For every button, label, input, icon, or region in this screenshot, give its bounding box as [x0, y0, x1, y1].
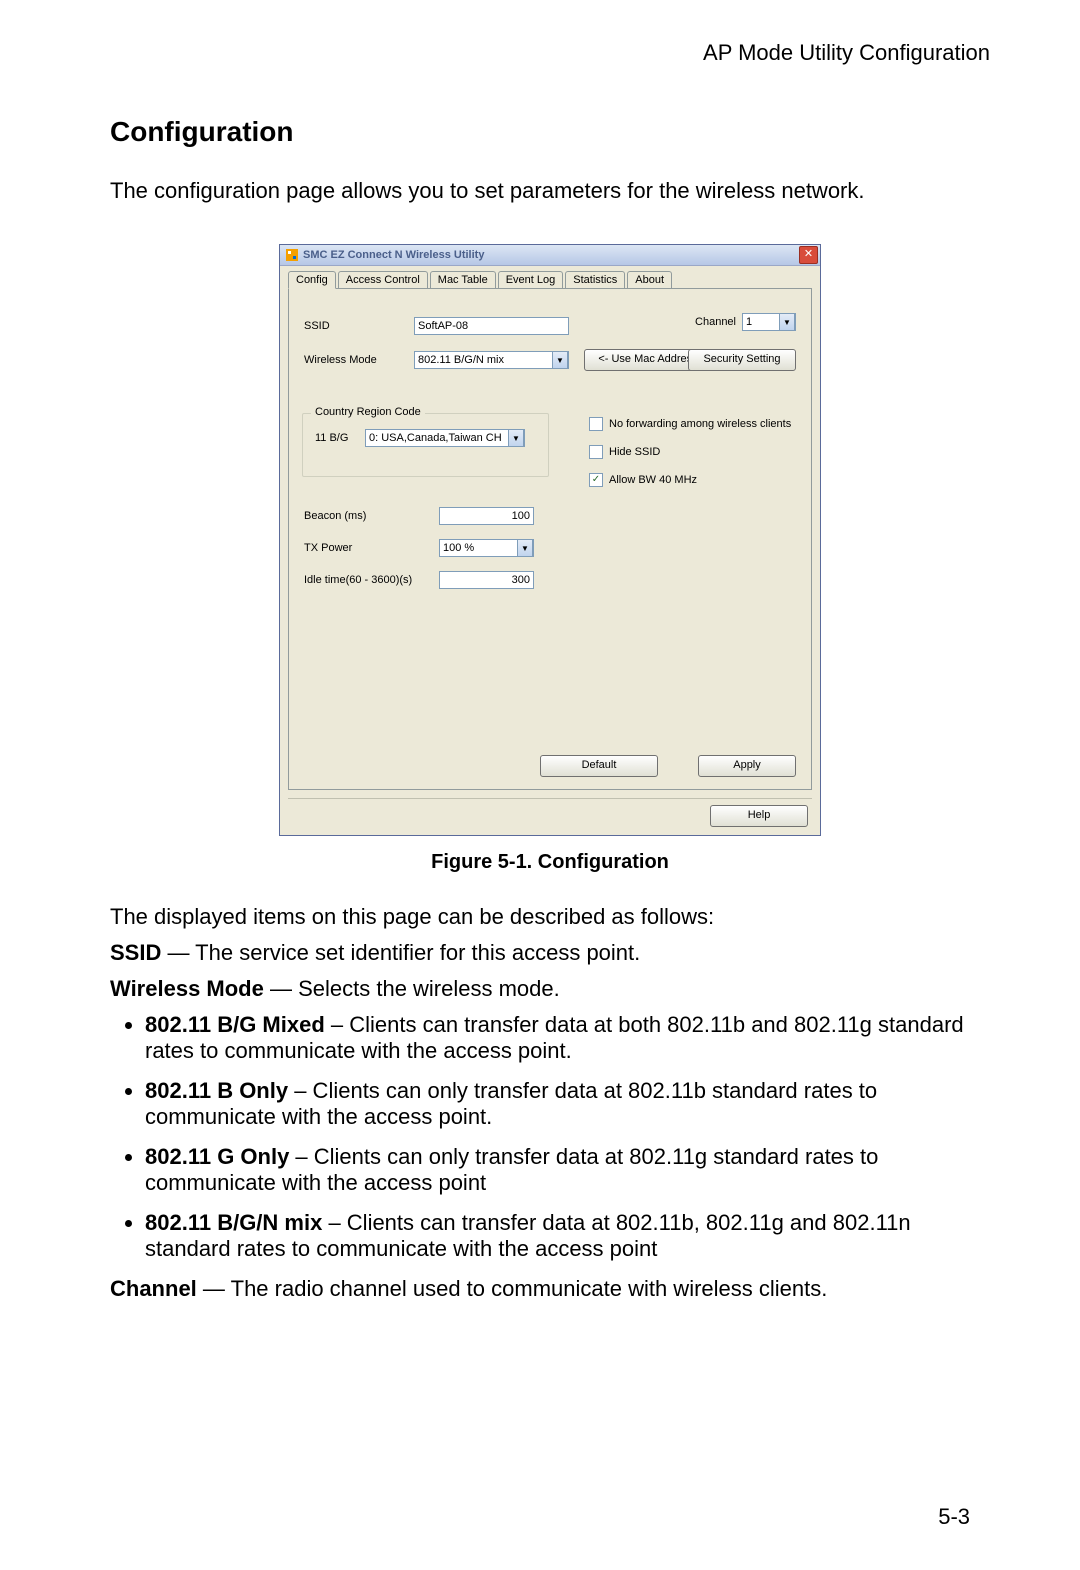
default-button[interactable]: Default — [540, 755, 658, 777]
checkbox-label: No forwarding among wireless clients — [609, 418, 791, 430]
config-dialog: SMC EZ Connect N Wireless Utility ✕ Conf… — [279, 244, 821, 836]
channel-label: Channel — [695, 316, 736, 328]
term: SSID — [110, 940, 161, 965]
section-title: Configuration — [110, 116, 990, 148]
help-button[interactable]: Help — [710, 805, 808, 827]
checkbox-icon — [589, 445, 603, 459]
page-number: 5-3 — [938, 1504, 970, 1530]
channel-select[interactable]: 1 ▼ — [742, 313, 796, 331]
list-item: 802.11 B/G/N mix – Clients can transfer … — [145, 1210, 990, 1262]
term-desc: — Selects the wireless mode. — [264, 976, 560, 1001]
txpower-value: 100 % — [443, 542, 474, 554]
tab-mac-table[interactable]: Mac Table — [430, 271, 496, 289]
region-label: 11 B/G — [315, 432, 365, 444]
term: Wireless Mode — [110, 976, 264, 1001]
checkbox-hide-ssid[interactable]: Hide SSID — [589, 445, 660, 459]
tab-statistics[interactable]: Statistics — [565, 271, 625, 289]
description-intro: The displayed items on this page can be … — [110, 904, 990, 930]
ssid-definition: SSID — The service set identifier for th… — [110, 940, 990, 966]
wireless-mode-definition: Wireless Mode — Selects the wireless mod… — [110, 976, 990, 1002]
term: Channel — [110, 1276, 197, 1301]
chevron-down-icon: ▼ — [779, 313, 795, 331]
intro-text: The configuration page allows you to set… — [110, 178, 990, 204]
tab-event-log[interactable]: Event Log — [498, 271, 564, 289]
list-item: 802.11 G Only – Clients can only transfe… — [145, 1144, 990, 1196]
dialog-title: SMC EZ Connect N Wireless Utility — [303, 249, 799, 261]
region-value: 0: USA,Canada,Taiwan CH — [369, 432, 502, 444]
figure-caption: Figure 5-1. Configuration — [110, 851, 990, 874]
list-item: 802.11 B/G Mixed – Clients can transfer … — [145, 1012, 990, 1064]
ssid-label: SSID — [304, 320, 414, 332]
beacon-input[interactable]: 100 — [439, 507, 534, 525]
chevron-down-icon: ▼ — [508, 429, 524, 447]
chevron-down-icon: ▼ — [517, 539, 533, 557]
wireless-mode-label: Wireless Mode — [304, 354, 414, 366]
channel-value: 1 — [746, 316, 752, 328]
txpower-label: TX Power — [304, 542, 439, 554]
tab-strip: Config Access Control Mac Table Event Lo… — [280, 266, 820, 288]
list-item: 802.11 B Only – Clients can only transfe… — [145, 1078, 990, 1130]
country-region-legend: Country Region Code — [311, 406, 425, 418]
beacon-label: Beacon (ms) — [304, 510, 439, 522]
term: 802.11 B Only — [145, 1078, 288, 1103]
checkbox-icon: ✓ — [589, 473, 603, 487]
security-setting-button[interactable]: Security Setting — [688, 349, 796, 371]
ssid-input[interactable]: SoftAP-08 — [414, 317, 569, 335]
title-bar: SMC EZ Connect N Wireless Utility ✕ — [280, 245, 820, 266]
wireless-mode-value: 802.11 B/G/N mix — [418, 354, 504, 366]
country-region-groupbox: Country Region Code 11 B/G 0: USA,Canada… — [302, 413, 549, 477]
txpower-select[interactable]: 100 % ▼ — [439, 539, 534, 557]
checkbox-icon — [589, 417, 603, 431]
tab-access-control[interactable]: Access Control — [338, 271, 428, 289]
dialog-footer: Help — [288, 798, 812, 829]
term: 802.11 G Only — [145, 1144, 289, 1169]
wireless-mode-list: 802.11 B/G Mixed – Clients can transfer … — [110, 1012, 990, 1262]
channel-definition: Channel — The radio channel used to comm… — [110, 1276, 990, 1302]
term: 802.11 B/G Mixed — [145, 1012, 325, 1037]
idle-time-input[interactable]: 300 — [439, 571, 534, 589]
term-desc: — The radio channel used to communicate … — [197, 1276, 828, 1301]
tab-about[interactable]: About — [627, 271, 672, 289]
tab-config[interactable]: Config — [288, 271, 336, 289]
apply-button[interactable]: Apply — [698, 755, 796, 777]
checkbox-label: Hide SSID — [609, 446, 660, 458]
term-desc: — The service set identifier for this ac… — [161, 940, 640, 965]
term: 802.11 B/G/N mix — [145, 1210, 322, 1235]
tab-body: SSID SoftAP-08 Channel 1 ▼ Wireless Mode… — [288, 288, 812, 790]
chevron-down-icon: ▼ — [552, 351, 568, 369]
checkbox-allow-bw40[interactable]: ✓ Allow BW 40 MHz — [589, 473, 697, 487]
checkbox-label: Allow BW 40 MHz — [609, 474, 697, 486]
page-header: AP Mode Utility Configuration — [110, 40, 990, 66]
close-button[interactable]: ✕ — [799, 246, 818, 264]
region-select[interactable]: 0: USA,Canada,Taiwan CH ▼ — [365, 429, 525, 447]
wireless-mode-select[interactable]: 802.11 B/G/N mix ▼ — [414, 351, 569, 369]
app-icon — [286, 249, 298, 261]
idle-time-label: Idle time(60 - 3600)(s) — [304, 574, 439, 586]
checkbox-no-forwarding[interactable]: No forwarding among wireless clients — [589, 417, 791, 431]
